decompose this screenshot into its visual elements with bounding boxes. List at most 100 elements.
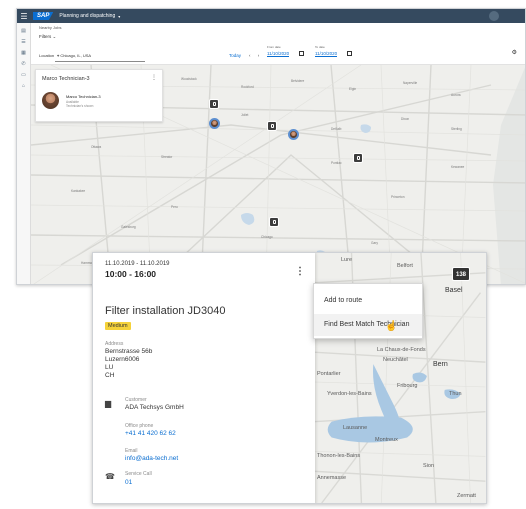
technician-name: Marco Technician-3: [66, 94, 101, 99]
map-label: Annemasse: [317, 475, 347, 481]
priority-badge: Medium: [105, 322, 131, 330]
today-button[interactable]: Today: [229, 53, 241, 58]
map-label: Basel: [445, 287, 463, 294]
technician-hours: Technician's shown: [66, 104, 94, 108]
map-label: Belfort: [397, 263, 413, 269]
to-date-label: To date: [315, 45, 325, 49]
map-label: Streator: [161, 155, 173, 159]
service-call-link[interactable]: 01: [125, 479, 132, 486]
add-to-route-menu-item[interactable]: Add to route: [314, 290, 422, 312]
map-label: Galesburg: [121, 225, 136, 229]
user-avatar[interactable]: [489, 11, 499, 21]
nav-phone-icon[interactable]: ✆: [17, 61, 30, 67]
hamburger-menu-icon[interactable]: ☰: [17, 12, 31, 21]
job-pin-icon[interactable]: [209, 99, 219, 109]
map-label: Fribourg: [397, 383, 418, 389]
to-date-input[interactable]: 11/10/2020: [315, 51, 338, 57]
nav-map-icon[interactable]: ▦: [17, 50, 30, 56]
sap-logo: SAP: [33, 12, 54, 20]
settings-gear-icon[interactable]: ⚙: [512, 49, 517, 56]
map-label: Woodstock: [181, 77, 197, 81]
find-best-match-technician-menu-item[interactable]: Find Best Match Technician: [314, 314, 422, 336]
date-nav-arrows[interactable]: ‹ ›: [249, 53, 262, 58]
from-date-label: From date: [267, 45, 281, 49]
order-card: 11.10.2019 - 11.10.2019 10:00 - 16:00 ⋮ …: [93, 253, 315, 503]
nav-home-icon[interactable]: ⌂: [17, 83, 30, 89]
dispatch-window: ☰ SAP Planning and dispatching ▾ ▤ ☰ ▦ ✆…: [16, 8, 526, 285]
nav-document-icon[interactable]: ▭: [17, 72, 30, 78]
map-label: Sterling: [451, 127, 462, 131]
job-pin-icon[interactable]: [269, 217, 279, 227]
technician-location-avatar[interactable]: [209, 118, 220, 129]
filter-bar: Nearby Jobs Filters ⌄ Location ⌖ Chicago…: [31, 23, 525, 65]
location-input-underline: [55, 61, 145, 62]
side-navigation: ▤ ☰ ▦ ✆ ▭ ⌂: [17, 23, 31, 284]
map-label: Princeton: [391, 195, 405, 199]
customer-label: Customer: [125, 397, 147, 403]
map-label: Kankakee: [71, 189, 86, 193]
map-label: Gary: [371, 241, 378, 245]
job-cluster-badge[interactable]: 138: [452, 267, 470, 281]
technician-card[interactable]: Marco Technician-3 ⋮ Marco Technician-3 …: [35, 69, 163, 122]
address-line: Luzern6006: [105, 356, 140, 363]
map-label: Naperville: [403, 81, 418, 85]
filter-caption: Nearby Jobs: [39, 25, 62, 30]
address-line: Bernstrasse 56b: [105, 348, 153, 355]
address-label: Address: [105, 341, 124, 347]
address-line: CH: [105, 372, 115, 379]
customer-building-icon: ▆: [105, 399, 112, 408]
order-date-range: 11.10.2019 - 11.10.2019: [105, 261, 170, 267]
map-label: Aurora: [451, 93, 461, 97]
order-time-range: 10:00 - 16:00: [105, 269, 157, 279]
technician-location-avatar[interactable]: [288, 129, 299, 140]
map-label: La Chaux-de-Fonds: [377, 347, 426, 353]
from-date-input[interactable]: 11/10/2020: [267, 51, 290, 57]
map-label: Elgin: [349, 87, 357, 91]
more-options-icon[interactable]: ⋮: [151, 74, 157, 81]
map-label: Thun: [449, 391, 462, 397]
map-label: Belvidere: [291, 79, 305, 83]
service-call-phone-icon: ☎: [105, 472, 115, 481]
email-label: Email: [125, 448, 138, 454]
order-detail-window: Lure Belfort Basel La Chaux-de-Fonds Neu…: [92, 252, 487, 504]
map-label: DeKalb: [331, 127, 342, 131]
map-label: Peru: [171, 205, 178, 209]
email-link[interactable]: info@ada-tech.net: [125, 455, 178, 462]
hand-cursor-icon: ☝: [385, 321, 398, 332]
from-calendar-icon[interactable]: [299, 51, 304, 56]
map-label: Montreux: [375, 437, 398, 443]
map-label: Chicago: [261, 235, 273, 239]
map-label: Bern: [433, 361, 448, 368]
nav-list-icon[interactable]: ☰: [17, 39, 30, 45]
app-title[interactable]: Planning and dispatching: [59, 13, 115, 19]
map-label: Lausanne: [343, 425, 368, 431]
address-line: LU: [105, 364, 114, 371]
technician-avatar: [42, 92, 59, 109]
job-pin-icon[interactable]: [267, 121, 277, 131]
service-call-label: Service Call: [125, 471, 152, 477]
map-label: Pontiac: [331, 161, 342, 165]
to-calendar-icon[interactable]: [347, 51, 352, 56]
location-input[interactable]: ⌖ Chicago, IL, USA: [57, 53, 91, 58]
job-pin-icon[interactable]: [353, 153, 363, 163]
map-label: Pontarlier: [317, 371, 341, 377]
location-label: Location: [39, 53, 55, 58]
office-phone-link[interactable]: +41 41 420 62 62: [125, 430, 176, 437]
map-label: Sion: [423, 463, 435, 469]
map-label: Thonon-les-Bains: [317, 453, 361, 459]
filters-dropdown[interactable]: Filters ⌄: [39, 34, 56, 40]
map-label: Neuchâtel: [383, 357, 408, 363]
map-label: Ottawa: [91, 145, 102, 149]
app-title-caret-icon[interactable]: ▾: [118, 14, 120, 19]
more-options-icon[interactable]: ⋮: [295, 266, 305, 277]
customer-name: ADA Techsys GmbH: [125, 404, 184, 411]
office-phone-label: Office phone: [125, 423, 154, 429]
technician-card-title: Marco Technician-3: [42, 76, 90, 82]
context-menu: Add to route Find Best Match Technician: [313, 283, 423, 339]
map-label: Lure: [341, 257, 353, 263]
map-label: Dixon: [401, 117, 410, 121]
nav-calendar-icon[interactable]: ▤: [17, 28, 30, 34]
map-label: Rockford: [241, 85, 254, 89]
order-title: Filter installation JD3040: [105, 305, 226, 317]
map-label: Zermatt: [457, 493, 476, 499]
